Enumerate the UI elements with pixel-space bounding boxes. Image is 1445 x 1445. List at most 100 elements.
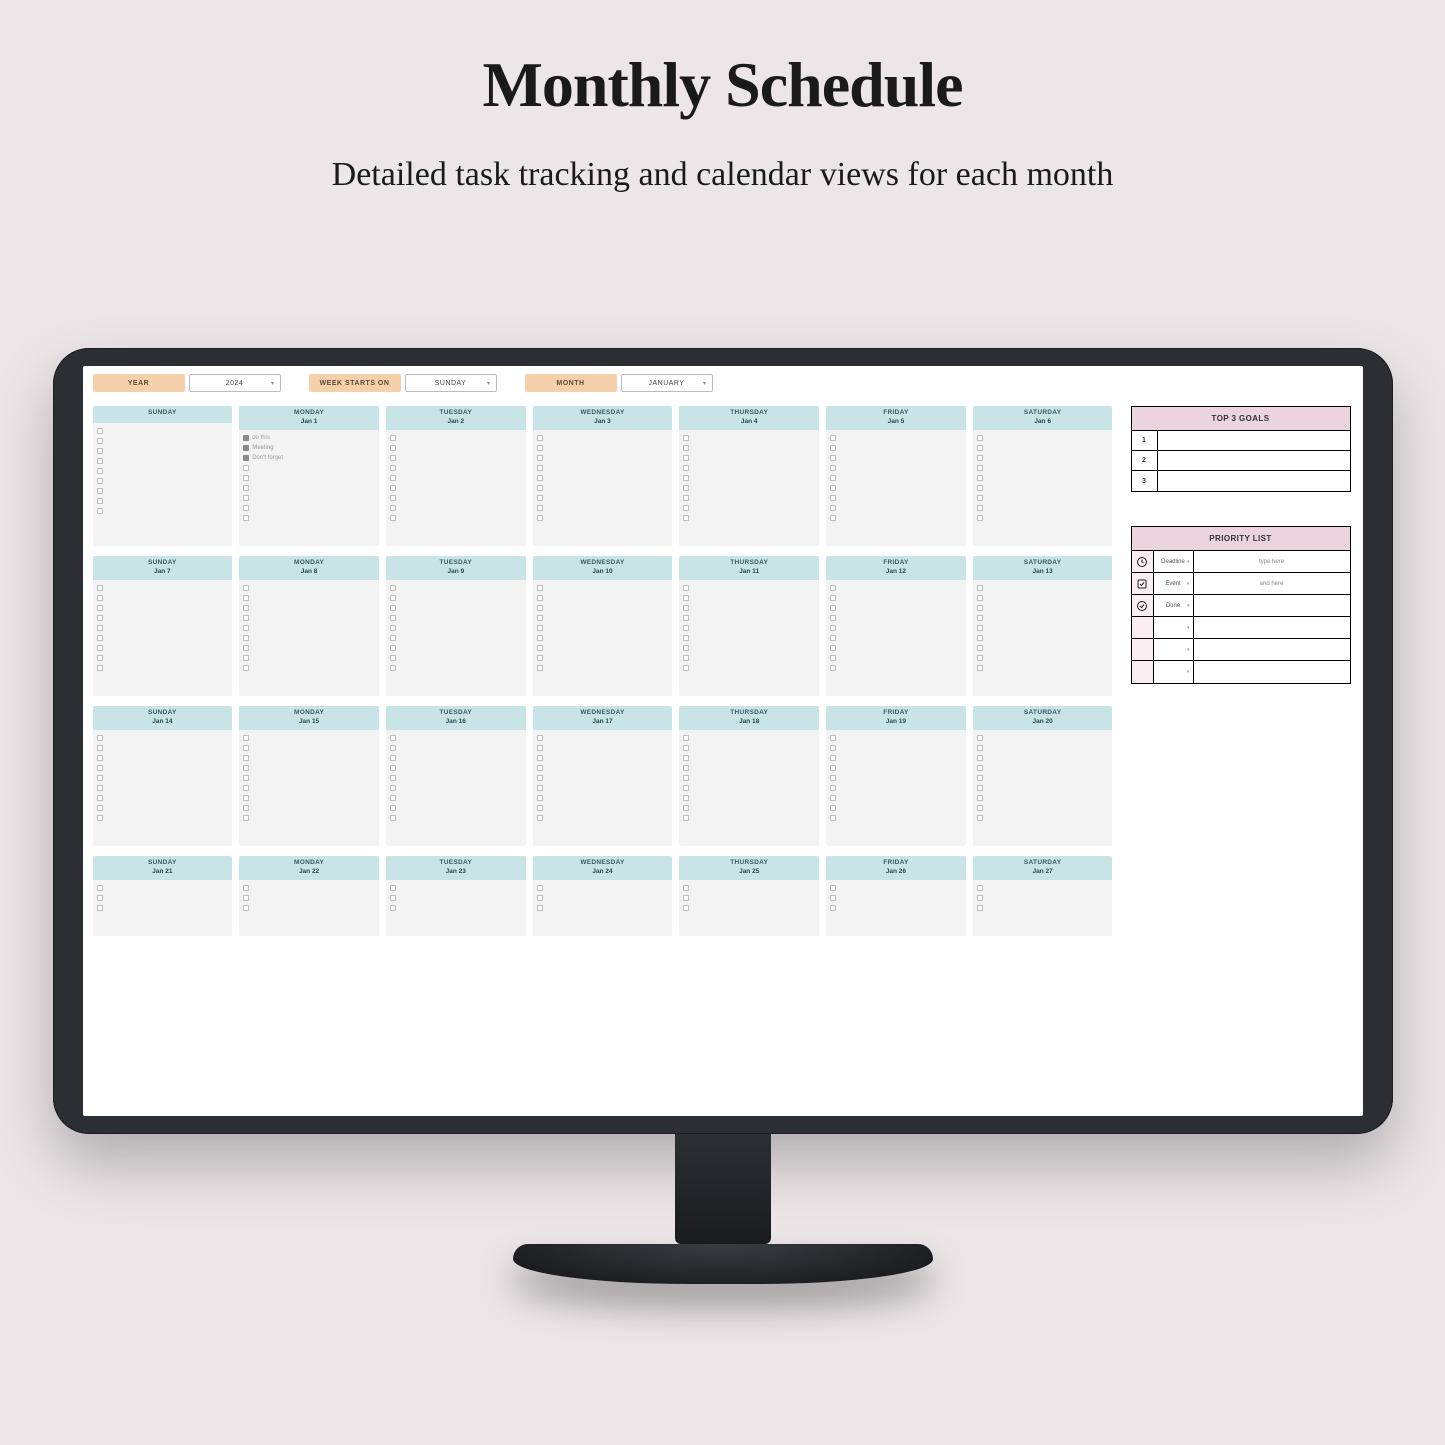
task-line[interactable] — [977, 753, 1109, 763]
task-line[interactable] — [683, 803, 815, 813]
task-checkbox[interactable] — [683, 485, 689, 491]
task-checkbox[interactable] — [977, 595, 983, 601]
task-checkbox[interactable] — [243, 795, 249, 801]
day-cell[interactable]: MONDAYJan 15 — [239, 706, 379, 846]
task-line[interactable] — [977, 513, 1109, 523]
task-line[interactable]: Meeting — [243, 443, 375, 453]
task-checkbox[interactable] — [537, 615, 543, 621]
task-line[interactable] — [683, 463, 815, 473]
task-line[interactable] — [977, 803, 1109, 813]
task-checkbox[interactable] — [683, 445, 689, 451]
task-checkbox[interactable] — [537, 665, 543, 671]
task-line[interactable] — [390, 483, 522, 493]
task-line[interactable] — [243, 473, 375, 483]
task-line[interactable] — [243, 603, 375, 613]
task-line[interactable] — [830, 803, 962, 813]
task-checkbox[interactable] — [243, 735, 249, 741]
task-line[interactable] — [977, 813, 1109, 823]
task-line[interactable] — [390, 773, 522, 783]
priority-text[interactable] — [1194, 661, 1350, 683]
task-checkbox[interactable] — [97, 905, 103, 911]
task-checkbox[interactable] — [390, 795, 396, 801]
day-cell[interactable]: MONDAYJan 1do thisMeetingDon't forget — [239, 406, 379, 546]
task-checkbox[interactable] — [97, 508, 103, 514]
task-checkbox[interactable] — [537, 795, 543, 801]
task-line[interactable] — [977, 893, 1109, 903]
task-line[interactable] — [97, 753, 229, 763]
task-line[interactable] — [977, 463, 1109, 473]
task-checkbox[interactable] — [830, 605, 836, 611]
task-checkbox[interactable] — [97, 775, 103, 781]
task-checkbox[interactable] — [537, 805, 543, 811]
day-cell[interactable]: FRIDAYJan 5 — [826, 406, 966, 546]
goal-row[interactable]: 2 — [1132, 451, 1350, 471]
task-checkbox[interactable] — [390, 775, 396, 781]
task-checkbox[interactable] — [243, 495, 249, 501]
task-checkbox[interactable] — [977, 655, 983, 661]
task-line[interactable] — [977, 663, 1109, 673]
task-line[interactable] — [683, 793, 815, 803]
task-line[interactable] — [683, 623, 815, 633]
task-checkbox[interactable] — [537, 645, 543, 651]
task-checkbox[interactable] — [830, 435, 836, 441]
goal-row[interactable]: 3 — [1132, 471, 1350, 491]
task-checkbox[interactable] — [830, 815, 836, 821]
task-checkbox[interactable] — [97, 665, 103, 671]
task-line[interactable] — [390, 883, 522, 893]
task-line[interactable] — [830, 473, 962, 483]
task-line[interactable] — [243, 633, 375, 643]
goal-value[interactable] — [1158, 451, 1350, 470]
task-line[interactable] — [390, 653, 522, 663]
task-line[interactable] — [243, 763, 375, 773]
task-checkbox[interactable] — [243, 655, 249, 661]
day-cell[interactable]: MONDAYJan 22 — [239, 856, 379, 936]
task-line[interactable] — [830, 613, 962, 623]
task-checkbox[interactable] — [390, 435, 396, 441]
task-checkbox[interactable] — [830, 745, 836, 751]
task-line[interactable] — [977, 623, 1109, 633]
task-line[interactable] — [683, 633, 815, 643]
task-line[interactable] — [97, 486, 229, 496]
task-checkbox[interactable] — [537, 505, 543, 511]
day-cell[interactable]: SATURDAYJan 13 — [973, 556, 1113, 696]
task-line[interactable] — [830, 493, 962, 503]
task-checkbox[interactable] — [537, 765, 543, 771]
task-checkbox[interactable] — [977, 475, 983, 481]
task-checkbox[interactable] — [390, 765, 396, 771]
task-checkbox[interactable] — [683, 615, 689, 621]
task-line[interactable] — [830, 623, 962, 633]
task-checkbox[interactable] — [537, 605, 543, 611]
task-checkbox[interactable] — [537, 585, 543, 591]
task-line[interactable] — [683, 593, 815, 603]
task-checkbox[interactable] — [977, 505, 983, 511]
task-checkbox[interactable] — [97, 765, 103, 771]
task-line[interactable] — [243, 743, 375, 753]
task-checkbox[interactable] — [977, 775, 983, 781]
task-checkbox[interactable] — [830, 665, 836, 671]
task-line[interactable] — [830, 763, 962, 773]
week-starts-select[interactable]: SUNDAY — [405, 374, 497, 392]
task-line[interactable] — [977, 653, 1109, 663]
task-line[interactable] — [390, 443, 522, 453]
priority-text[interactable] — [1194, 639, 1350, 660]
task-checkbox[interactable] — [683, 435, 689, 441]
task-line[interactable] — [977, 633, 1109, 643]
task-checkbox[interactable] — [243, 455, 249, 461]
task-line[interactable] — [830, 903, 962, 913]
task-line[interactable] — [537, 793, 669, 803]
task-checkbox[interactable] — [537, 815, 543, 821]
task-checkbox[interactable] — [830, 475, 836, 481]
task-line[interactable] — [537, 803, 669, 813]
task-checkbox[interactable] — [537, 455, 543, 461]
task-line[interactable] — [537, 503, 669, 513]
task-line[interactable] — [537, 433, 669, 443]
task-checkbox[interactable] — [97, 745, 103, 751]
task-line[interactable] — [97, 773, 229, 783]
task-line[interactable] — [97, 793, 229, 803]
task-line[interactable] — [830, 483, 962, 493]
task-line[interactable] — [537, 643, 669, 653]
task-checkbox[interactable] — [537, 465, 543, 471]
task-checkbox[interactable] — [390, 485, 396, 491]
task-checkbox[interactable] — [243, 435, 249, 441]
task-line[interactable] — [243, 593, 375, 603]
